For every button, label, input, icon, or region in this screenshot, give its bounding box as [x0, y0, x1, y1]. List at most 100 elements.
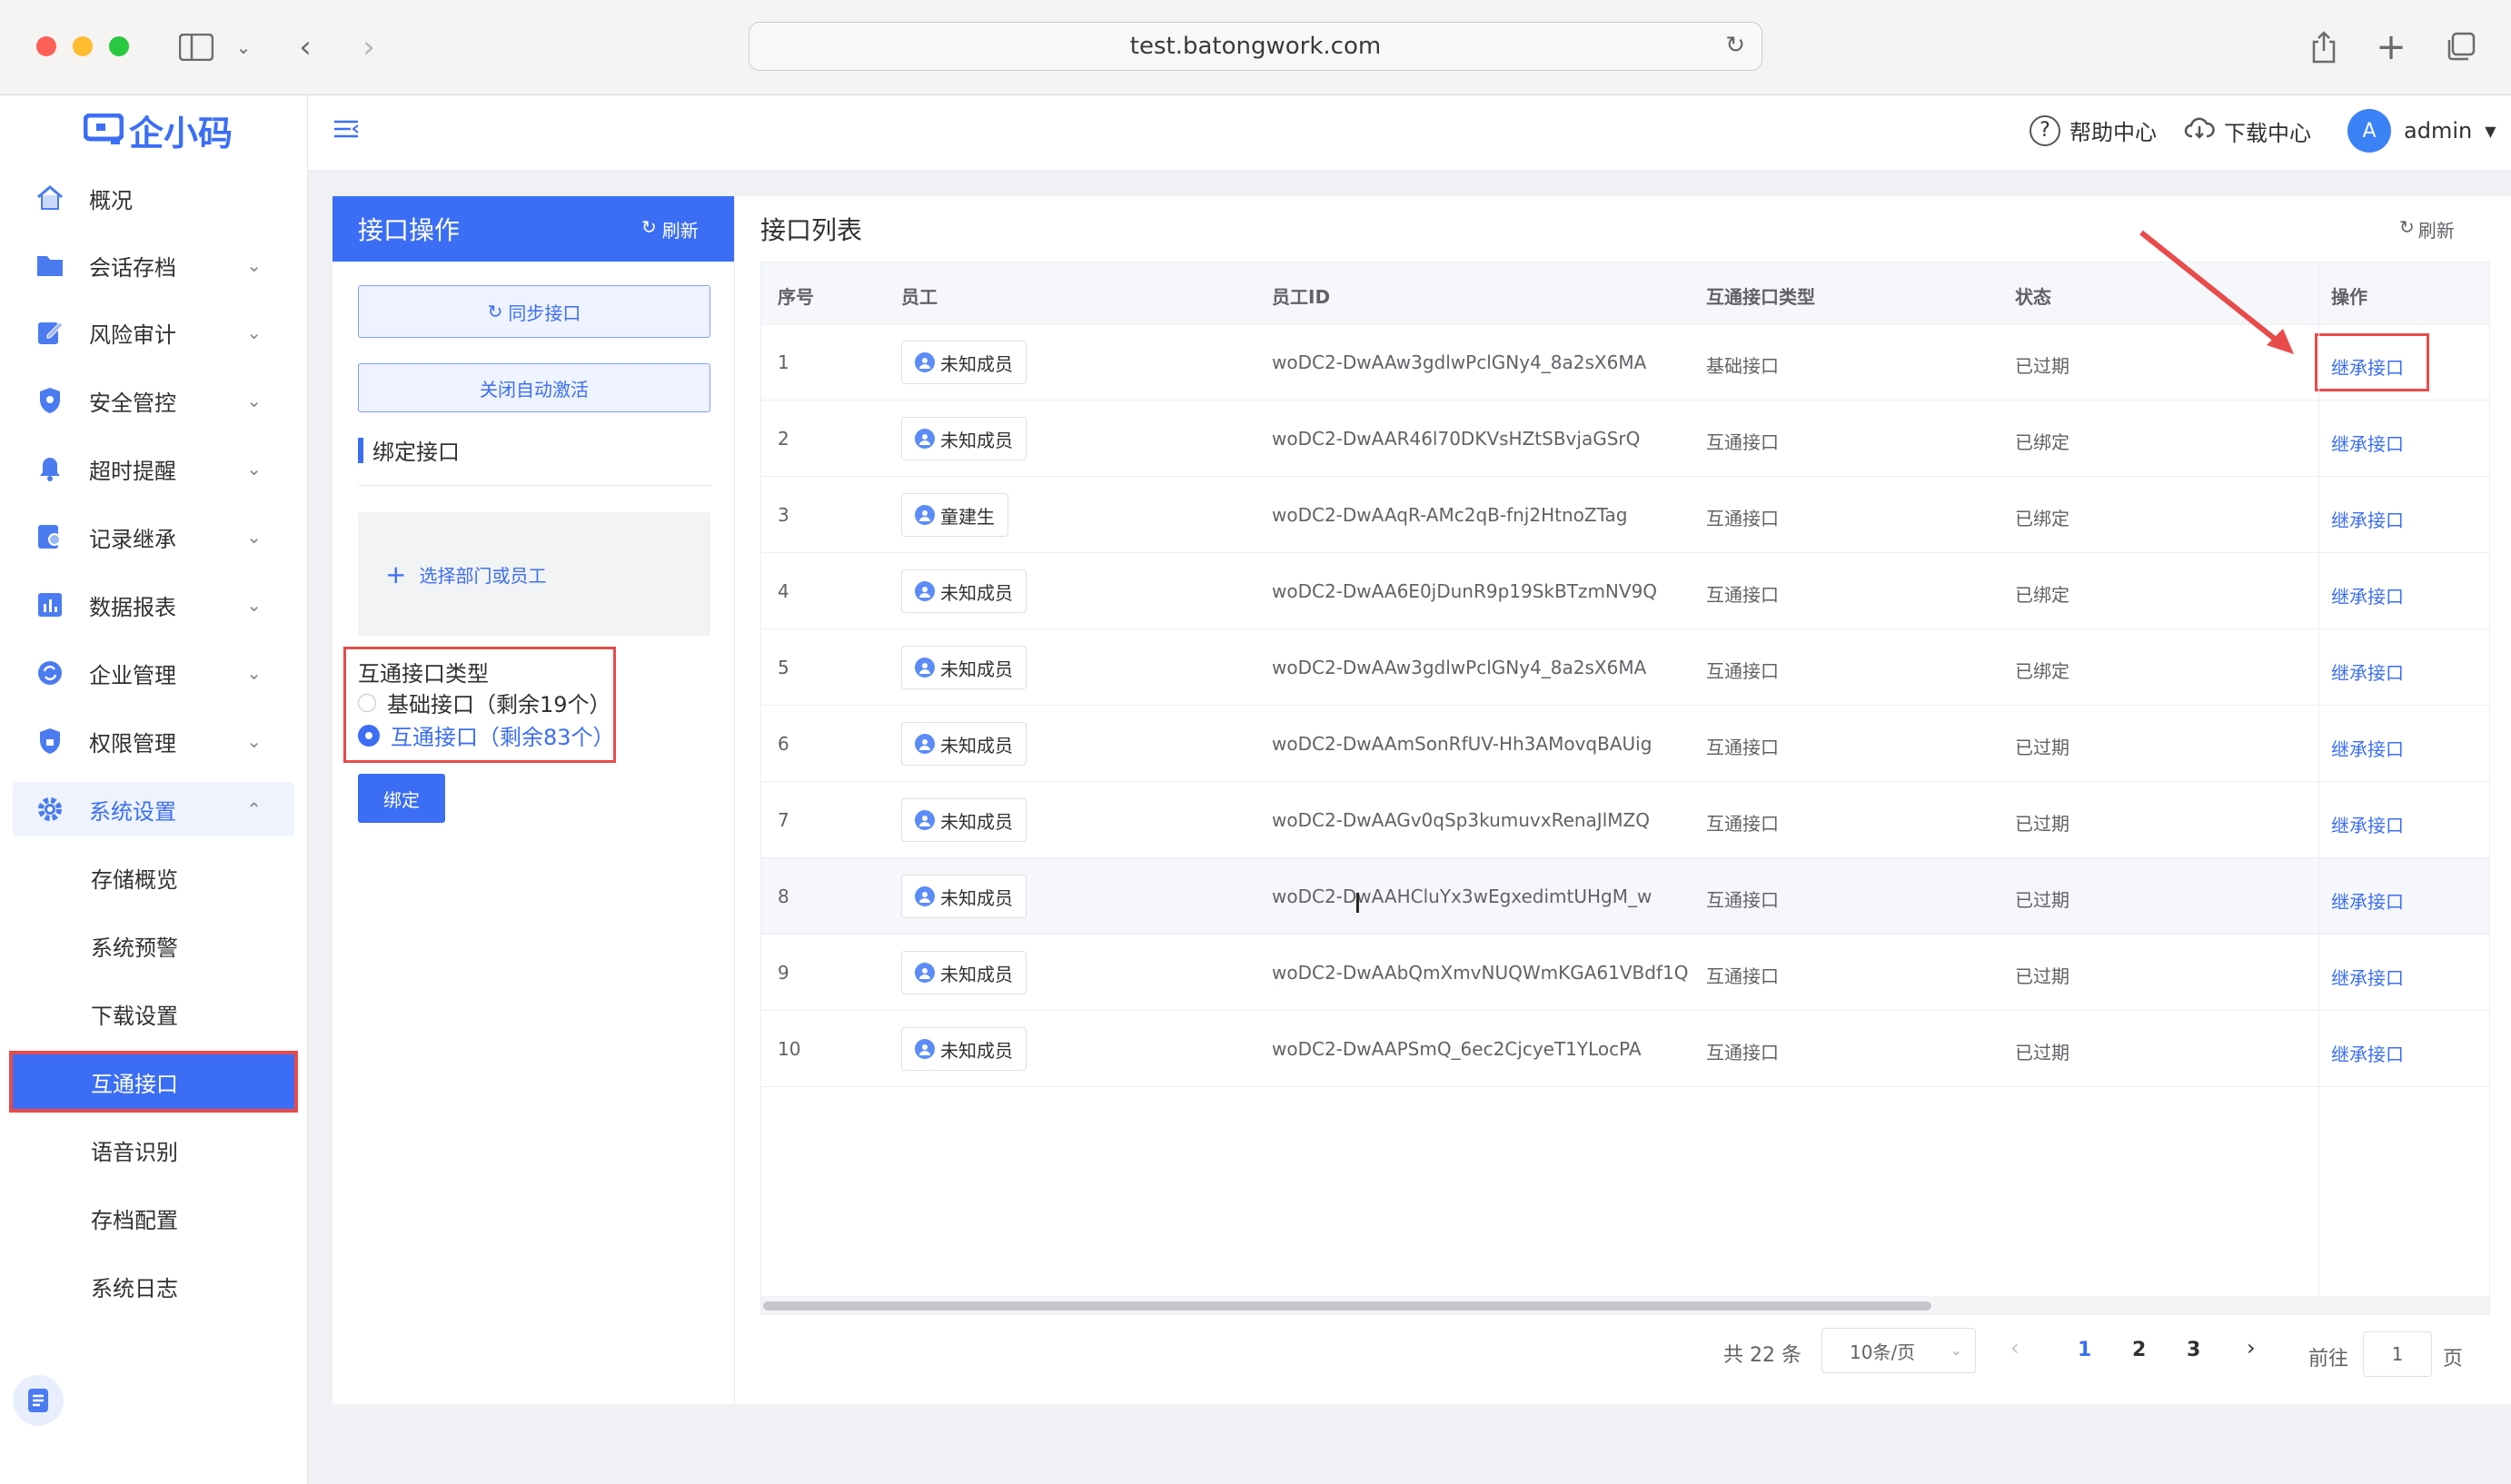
inherit-interface-link[interactable]: 继承接口 [2331, 887, 2404, 914]
notes-icon[interactable] [13, 1375, 64, 1426]
col-interface-type: 互通接口类型 [1706, 286, 1815, 308]
employee-tag[interactable]: 未知成员 [901, 417, 1027, 460]
share-icon[interactable] [2302, 25, 2346, 69]
page-1-button[interactable]: 1 [2078, 1339, 2091, 1361]
radio-basic-interface[interactable]: 基础接口（剩余19个） [358, 687, 611, 718]
inherit-interface-link[interactable]: 继承接口 [2331, 735, 2404, 761]
collapse-menu-icon[interactable] [332, 116, 363, 147]
sidebar-item-8[interactable]: 权限管理 ⌄ [13, 714, 294, 768]
sidebar-subitem-label: 存档配置 [91, 1207, 178, 1233]
help-center-label: 帮助中心 [2069, 120, 2157, 145]
maximize-window-button[interactable] [109, 36, 129, 56]
sidebar-item-2[interactable]: 风险审计 ⌄ [13, 305, 294, 360]
sidebar-subitem-5[interactable]: 存档配置 [13, 1191, 294, 1245]
sidebar-item-5[interactable]: 记录继承 ⌄ [13, 510, 294, 564]
sidebar-item-1[interactable]: 会话存档 ⌄ [13, 238, 294, 292]
radio-interop-interface[interactable]: 互通接口（剩余83个） [358, 719, 615, 751]
chevron-up-icon: ⌃ [246, 798, 262, 820]
horizontal-scrollbar[interactable] [761, 1296, 2489, 1314]
tab-overview-icon[interactable] [2438, 25, 2482, 69]
interface-list-panel: 接口列表 ↻ 刷新 序号 员工 员工ID 互通接口类型 状态 操作 1 未知成员 wo… [734, 196, 2511, 1404]
employee-tag[interactable]: 未知成员 [901, 951, 1027, 994]
sidebar-item-label: 超时提醒 [89, 458, 176, 484]
row-index: 6 [778, 733, 789, 755]
scrollbar-thumb[interactable] [763, 1301, 1931, 1311]
goto-page-input[interactable]: 1 [2363, 1331, 2432, 1377]
next-page-icon[interactable]: › [2247, 1335, 2256, 1360]
sidebar-item-6[interactable]: 数据报表 ⌄ [13, 578, 294, 632]
user-menu[interactable]: A admin ▼ [2347, 109, 2496, 153]
page-2-button[interactable]: 2 [2132, 1339, 2146, 1361]
inherit-interface-link[interactable]: 继承接口 [2331, 1040, 2404, 1066]
employee-tag[interactable]: 童建生 [901, 493, 1008, 537]
new-tab-icon[interactable]: + [2369, 25, 2413, 69]
radio-circle[interactable] [358, 693, 376, 712]
inherit-interface-link[interactable]: 继承接口 [2331, 658, 2404, 685]
status-text: 已绑定 [2015, 584, 2069, 606]
sidebar-subitem-4[interactable]: 语音识别 [13, 1123, 294, 1177]
sidebar-item-label: 系统设置 [89, 798, 176, 825]
sidebar-subitem-0[interactable]: 存储概览 [13, 850, 294, 905]
sidebar-subitem-1[interactable]: 系统预警 [13, 918, 294, 973]
select-department-or-employee[interactable]: + 选择部门或员工 [358, 512, 710, 636]
employee-tag[interactable]: 未知成员 [901, 646, 1027, 689]
inherit-interface-link[interactable]: 继承接口 [2331, 430, 2404, 456]
bind-button[interactable]: 绑定 [358, 774, 445, 823]
folder-icon [35, 250, 65, 281]
employee-id: woDC2-DwAAbQmXmvNUQWmKGA61VBdf1Q [1272, 962, 1689, 984]
list-refresh-button[interactable]: ↻ 刷新 [2399, 216, 2455, 242]
user-icon [915, 963, 935, 983]
disable-auto-activate-button[interactable]: 关闭自动激活 [358, 363, 710, 412]
sidebar-item-0[interactable]: 概况 [13, 171, 294, 225]
inherit-interface-link[interactable]: 继承接口 [2331, 582, 2404, 608]
prev-page-icon[interactable]: ‹ [2010, 1335, 2020, 1360]
page-unit-label: 页 [2443, 1348, 2464, 1370]
sidebar-subitem-label: 下载设置 [91, 1003, 178, 1029]
interface-type: 互通接口 [1706, 965, 1779, 987]
employee-id: woDC2-DwAAqR-AMc2qB-fnj2HtnoZTag [1272, 504, 1628, 526]
employee-tag[interactable]: 未知成员 [901, 722, 1027, 766]
radio-circle-selected[interactable] [358, 724, 380, 747]
back-icon[interactable]: ‹ [283, 25, 327, 69]
inherit-interface-link[interactable]: 继承接口 [2331, 811, 2404, 837]
minimize-window-button[interactable] [73, 36, 93, 56]
help-center-link[interactable]: ? 帮助中心 [2030, 114, 2157, 146]
sidebar-subitem-label: 语音识别 [91, 1139, 178, 1165]
sidebar-subitem-6[interactable]: 系统日志 [13, 1259, 294, 1313]
sidebar-item-4[interactable]: 超时提醒 ⌄ [13, 441, 294, 496]
row-index: 8 [778, 885, 789, 907]
status-text: 已过期 [2015, 355, 2069, 377]
row-index: 4 [778, 580, 789, 602]
sidebar-item-9[interactable]: 系统设置 ⌃ [13, 782, 294, 836]
employee-tag[interactable]: 未知成员 [901, 1027, 1027, 1071]
sidebar-toggle-icon[interactable] [174, 25, 218, 69]
sync-interface-button[interactable]: ↻ 同步接口 [358, 285, 710, 338]
refresh-icon: ↻ [641, 216, 657, 238]
forward-icon[interactable]: › [347, 25, 391, 69]
page-size-select[interactable]: 10条/页 ⌄ [1821, 1328, 1976, 1373]
interface-type: 互通接口 [1706, 737, 1779, 758]
inherit-interface-link[interactable]: 继承接口 [2331, 964, 2404, 990]
employee-tag[interactable]: 未知成员 [901, 875, 1027, 918]
page-3-button[interactable]: 3 [2187, 1339, 2200, 1361]
sidebar-item-3[interactable]: 安全管控 ⌄ [13, 373, 294, 428]
table-row: 9 未知成员 woDC2-DwAAbQmXmvNUQWmKGA61VBdf1Q 互通接… [761, 935, 2489, 1011]
sidebar-subitem-2[interactable]: 下载设置 [13, 986, 294, 1041]
address-bar[interactable]: test.batongwork.com ↻ [749, 22, 1762, 71]
interface-type: 互通接口 [1706, 1042, 1779, 1064]
row-index: 10 [778, 1038, 801, 1060]
sidebar-item-7[interactable]: 企业管理 ⌄ [13, 646, 294, 700]
employee-tag[interactable]: 未知成员 [901, 341, 1027, 384]
inherit-interface-link[interactable]: 继承接口 [2331, 506, 2404, 532]
panel-refresh-button[interactable]: ↻ 刷新 [641, 216, 699, 242]
reload-icon[interactable]: ↻ [1725, 32, 1745, 59]
sync-interface-label: 同步接口 [508, 302, 581, 324]
download-center-link[interactable]: 下载中心 [2184, 114, 2311, 147]
employee-tag[interactable]: 未知成员 [901, 798, 1027, 842]
gear-icon [35, 794, 65, 825]
sidebar-subitem-3[interactable]: 互通接口 [9, 1051, 298, 1113]
employee-tag[interactable]: 未知成员 [901, 569, 1027, 613]
status-text: 已过期 [2015, 1042, 2069, 1064]
chevron-down-icon[interactable]: ⌄ [222, 25, 265, 69]
close-window-button[interactable] [36, 36, 56, 56]
